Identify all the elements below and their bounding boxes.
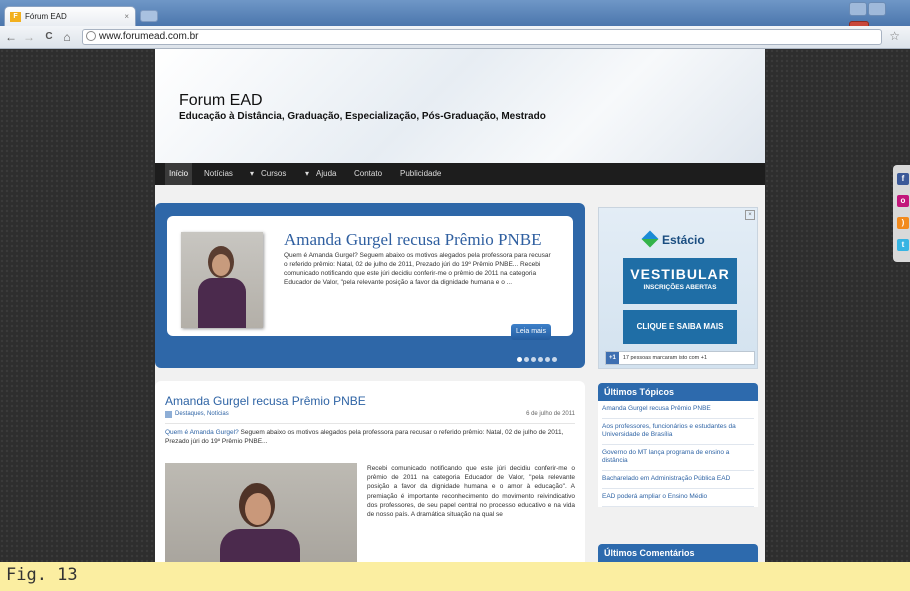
estacio-ad-banner[interactable]: × Estácio VESTIBULAR INSCRIÇÕES ABERTAS … — [598, 207, 758, 369]
caption-text: Fig. 13 — [6, 565, 78, 585]
ad-cta-button[interactable]: CLIQUE E SAIBA MAIS — [623, 310, 737, 344]
address-bar[interactable]: www.forumead.com.br — [82, 29, 882, 45]
photo-face — [212, 254, 230, 276]
topic-link[interactable]: Bacharelado em Administração Pública EAD — [602, 471, 754, 489]
post-intro: Quem é Amanda Gurgel? Seguem abaixo os m… — [165, 428, 575, 446]
latest-topics-list: Amanda Gurgel recusa Prêmio PNBE Aos pro… — [598, 401, 758, 507]
browser-tab[interactable]: F Fórum EAD × — [4, 6, 136, 26]
post-photo — [165, 463, 357, 569]
estacio-logo-icon — [641, 230, 659, 248]
site-tagline: Educação à Distância, Graduação, Especia… — [179, 111, 546, 122]
new-tab-button[interactable] — [140, 10, 158, 22]
latest-topics-title: Últimos Tópicos — [598, 383, 758, 401]
site-container: Forum EAD Educação à Distância, Graduaçã… — [155, 49, 765, 569]
forward-button[interactable]: → — [22, 29, 36, 45]
ad-vestibular-box: VESTIBULAR INSCRIÇÕES ABERTAS — [623, 258, 737, 304]
twitter-icon[interactable]: t — [897, 239, 909, 251]
home-button[interactable]: ⌂ — [60, 29, 74, 45]
slide-title[interactable]: Amanda Gurgel recusa Prêmio PNBE — [284, 230, 541, 250]
site-header: Forum EAD Educação à Distância, Graduaçã… — [155, 49, 765, 163]
ad-logo: Estácio — [641, 230, 705, 248]
post-body: Recebi comunicado notificando que este j… — [367, 465, 575, 519]
slider-dot[interactable] — [552, 357, 557, 362]
slide-excerpt: Quem é Amanda Gurgel? Seguem abaixo os m… — [284, 252, 551, 286]
ad-close-icon[interactable]: × — [745, 210, 755, 220]
main-navigation: Início Notícias ▾ Cursos ▾ Ajuda Contato… — [155, 163, 765, 185]
slider-dot[interactable] — [545, 357, 550, 362]
site-title[interactable]: Forum EAD — [179, 92, 263, 110]
plus-one-text: 17 pessoas marcaram isto com +1 — [622, 355, 708, 361]
featured-slider: Amanda Gurgel recusa Prêmio PNBE Quem é … — [155, 203, 585, 368]
post-categories[interactable]: Destaques, Notícias — [175, 411, 229, 417]
nav-item-inicio[interactable]: Início — [165, 163, 193, 185]
slide-photo[interactable] — [181, 232, 263, 328]
rss-icon[interactable]: ) — [897, 217, 909, 229]
nav-item-cursos[interactable]: Cursos — [261, 163, 286, 185]
latest-comments-title: Últimos Comentários — [598, 544, 758, 562]
page-info-icon[interactable] — [86, 31, 96, 41]
plus-one-widget: +1 17 pessoas marcaram isto com +1 — [605, 351, 755, 365]
slider-dot[interactable] — [524, 357, 529, 362]
nav-item-publicidade[interactable]: Publicidade — [400, 163, 441, 185]
browser-toolbar: ← → C ⌂ www.forumead.com.br ☆ — [0, 26, 910, 49]
ad-headline: VESTIBULAR — [630, 266, 730, 282]
post-intro-link[interactable]: Quem é Amanda Gurgel? — [165, 429, 239, 436]
social-share-strip: f o ) t — [893, 165, 910, 262]
url-text: www.forumead.com.br — [99, 31, 199, 42]
post-photo-face — [245, 493, 271, 525]
orkut-icon[interactable]: o — [897, 195, 909, 207]
post-meta: Destaques, Notícias 6 de julho de 2011 — [165, 411, 575, 424]
plus-one-button[interactable]: +1 — [606, 352, 619, 364]
facebook-icon[interactable]: f — [897, 173, 909, 185]
post-title[interactable]: Amanda Gurgel recusa Prêmio PNBE — [165, 394, 366, 408]
topic-link[interactable]: Amanda Gurgel recusa Prêmio PNBE — [602, 401, 754, 419]
ad-brand: Estácio — [662, 233, 705, 247]
tab-title: Fórum EAD — [25, 12, 67, 21]
nav-dropdown-ajuda-icon: ▾ — [305, 169, 310, 178]
back-button[interactable]: ← — [4, 29, 18, 45]
window-controls — [848, 2, 906, 35]
slider-dot[interactable] — [517, 357, 522, 362]
ad-subheadline: INSCRIÇÕES ABERTAS — [643, 284, 717, 291]
slider-dot[interactable] — [531, 357, 536, 362]
post-date: 6 de julho de 2011 — [526, 411, 575, 417]
bookmark-star-icon[interactable]: ☆ — [889, 29, 900, 43]
nav-item-ajuda[interactable]: Ajuda — [316, 163, 336, 185]
nav-item-noticias[interactable]: Notícias — [204, 163, 233, 185]
nav-dropdown-cursos-icon: ▾ — [250, 169, 255, 178]
nav-item-contato[interactable]: Contato — [354, 163, 382, 185]
photo-body — [198, 278, 246, 328]
category-icon — [165, 411, 172, 418]
post-article: Amanda Gurgel recusa Prêmio PNBE Destaqu… — [155, 381, 585, 569]
topic-link[interactable]: EAD poderá ampliar o Ensino Médio — [602, 489, 754, 507]
reload-button[interactable]: C — [42, 29, 56, 45]
slider-pagination — [517, 349, 559, 367]
maximize-button[interactable] — [868, 2, 886, 16]
slider-dot[interactable] — [538, 357, 543, 362]
browser-titlebar: F Fórum EAD × — [0, 0, 910, 35]
tab-close-icon[interactable]: × — [124, 7, 129, 26]
page-viewport: Forum EAD Educação à Distância, Graduaçã… — [0, 49, 910, 569]
topic-link[interactable]: Governo do MT lança programa de ensino a… — [602, 445, 754, 471]
slide-card: Amanda Gurgel recusa Prêmio PNBE Quem é … — [167, 216, 573, 340]
read-more-button[interactable]: Leia mais — [511, 324, 551, 340]
minimize-button[interactable] — [849, 2, 867, 16]
site-favicon-icon: F — [10, 12, 21, 22]
topic-link[interactable]: Aos professores, funcionários e estudant… — [602, 419, 754, 445]
figure-caption: Fig. 13 — [0, 562, 910, 591]
